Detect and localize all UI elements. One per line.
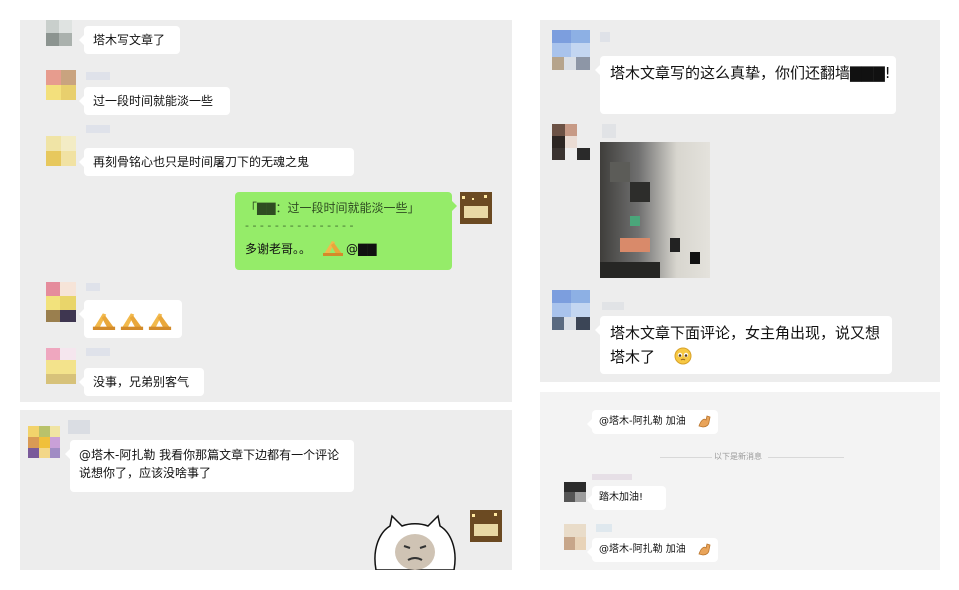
photo-message[interactable]	[600, 142, 710, 278]
cat-sticker[interactable]	[370, 514, 460, 570]
sender-name	[600, 32, 610, 42]
message-bubble[interactable]: 踏木加油!	[587, 486, 666, 510]
message-bubble[interactable]: 没事，兄弟别客气	[79, 368, 204, 396]
avatar[interactable]	[460, 192, 492, 224]
chat-panel-2: @塔木-阿扎勒 我看你那篇文章下边都有一个评论说想你了，应该没啥事了	[20, 410, 512, 570]
reply-text: 多谢老哥。。	[245, 242, 312, 256]
message-text: 塔木写文章了	[93, 33, 166, 47]
pray-hands-icon	[323, 241, 343, 256]
divider	[660, 457, 712, 458]
avatar[interactable]	[564, 482, 586, 502]
chat-panel-3: 塔木文章写的这么真挚，你们还翻墙▇▇▇! 塔木文章下面评论，女主角出现，说又想塔…	[540, 20, 940, 382]
avatar[interactable]	[552, 124, 590, 160]
avatar[interactable]	[46, 20, 72, 46]
message-text: 再刻骨铭心也只是时间屠刀下的无魂之鬼	[93, 155, 310, 169]
message-bubble[interactable]: 塔木写文章了	[79, 26, 180, 54]
message-text: 过一段时间就能淡一些	[93, 94, 214, 108]
message-bubble[interactable]: 塔木文章写的这么真挚，你们还翻墙▇▇▇!	[595, 56, 896, 114]
message-bubble[interactable]	[79, 300, 182, 338]
pray-hands-icon	[92, 313, 116, 330]
message-bubble[interactable]: @塔木-阿扎勒 加油	[587, 410, 718, 434]
sender-name	[86, 348, 110, 356]
message-bubble[interactable]: @塔木-阿扎勒 我看你那篇文章下边都有一个评论说想你了，应该没啥事了	[65, 440, 354, 492]
avatar[interactable]	[470, 510, 502, 542]
avatar[interactable]	[552, 30, 590, 70]
sender-name	[86, 72, 110, 80]
quote-text: 「▇▇：过一段时间就能淡一些」	[245, 201, 420, 215]
sender-name	[86, 283, 100, 291]
sender-name	[86, 125, 110, 133]
quote-divider: - - - - - - - - - - - - - - -	[245, 219, 354, 232]
message-bubble[interactable]: @塔木-阿扎勒 加油	[587, 538, 718, 562]
message-text: 塔木文章写的这么真挚，你们还翻墙▇▇▇!	[610, 64, 891, 82]
sender-name	[68, 420, 90, 434]
avatar[interactable]	[46, 136, 76, 166]
flexed-biceps-icon	[698, 415, 711, 428]
message-text: @塔木-阿扎勒 我看你那篇文章下边都有一个评论说想你了，应该没啥事了	[79, 448, 340, 480]
pray-hands-icon	[120, 313, 144, 330]
chat-panel-1: 塔木写文章了 过一段时间就能淡一些 再刻骨铭心也只是时间屠刀下的无魂之鬼 「▇▇…	[20, 20, 512, 402]
sender-name	[592, 474, 632, 480]
avatar[interactable]	[46, 70, 76, 100]
sender-name	[596, 524, 612, 532]
message-text: @塔木-阿扎勒 加油	[599, 416, 686, 427]
message-text: 塔木文章下面评论，女主角出现，说又想塔木了	[610, 324, 881, 366]
new-messages-label: 以下是新消息	[714, 452, 762, 461]
pleading-face-icon	[674, 347, 692, 365]
message-bubble[interactable]: 塔木文章下面评论，女主角出现，说又想塔木了	[595, 316, 892, 374]
pray-hands-icon	[148, 313, 172, 330]
avatar[interactable]	[46, 282, 76, 322]
mention-text: @▇▇	[346, 242, 377, 256]
sender-name	[602, 124, 616, 138]
avatar[interactable]	[564, 524, 586, 550]
message-bubble[interactable]: 再刻骨铭心也只是时间屠刀下的无魂之鬼	[79, 148, 354, 176]
message-text: @塔木-阿扎勒 加油	[599, 544, 686, 555]
avatar[interactable]	[28, 426, 60, 458]
message-text: 没事，兄弟别客气	[93, 375, 190, 389]
message-text: 踏木加油!	[599, 492, 644, 503]
avatar[interactable]	[552, 290, 590, 330]
message-bubble[interactable]: 过一段时间就能淡一些	[79, 87, 230, 115]
own-message-bubble[interactable]: 「▇▇：过一段时间就能淡一些」 - - - - - - - - - - - - …	[235, 192, 457, 270]
avatar[interactable]	[46, 348, 76, 384]
chat-panel-4: @塔木-阿扎勒 加油 以下是新消息 踏木加油! @塔木-阿扎勒 加油	[540, 392, 940, 570]
flexed-biceps-icon	[698, 543, 711, 556]
sender-name	[602, 302, 624, 310]
divider	[768, 457, 844, 458]
